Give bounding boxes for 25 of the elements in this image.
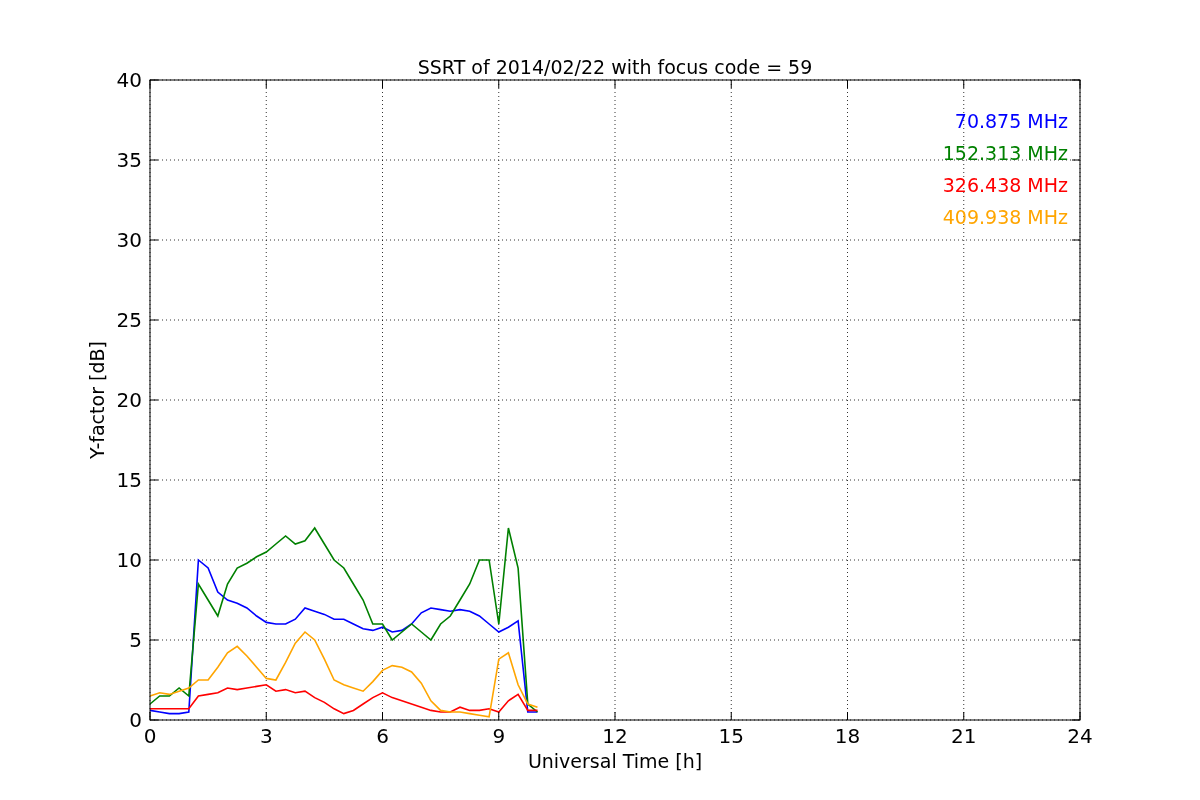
x-tick-label: 3 bbox=[259, 724, 273, 748]
y-tick-label: 10 bbox=[116, 548, 142, 572]
y-tick-label: 15 bbox=[116, 468, 142, 492]
y-tick-label: 5 bbox=[129, 628, 142, 652]
x-tick-label: 6 bbox=[376, 724, 389, 748]
x-tick-label: 15 bbox=[718, 724, 744, 748]
legend-label: 70.875 MHz bbox=[954, 110, 1068, 132]
y-tick-label: 40 bbox=[116, 68, 142, 92]
chart-title: SSRT of 2014/02/22 with focus code = 59 bbox=[417, 56, 813, 78]
legend-label: 152.313 MHz bbox=[942, 142, 1068, 164]
y-tick-label: 20 bbox=[116, 388, 142, 412]
x-tick-label: 21 bbox=[951, 724, 977, 748]
y-axis-label: Y-factor [dB] bbox=[86, 341, 108, 459]
y-tick-label: 25 bbox=[116, 308, 142, 332]
legend-label: 409.938 MHz bbox=[942, 206, 1068, 228]
x-tick-label: 18 bbox=[834, 724, 861, 748]
x-tick-label: 9 bbox=[492, 724, 506, 748]
x-tick-label: 12 bbox=[602, 724, 628, 748]
x-tick-label: 24 bbox=[1067, 724, 1093, 748]
x-axis-label: Universal Time [h] bbox=[527, 750, 703, 772]
y-tick-label: 35 bbox=[116, 148, 142, 172]
y-tick-label: 30 bbox=[116, 228, 142, 252]
x-tick-label: 0 bbox=[143, 724, 157, 748]
legend-label: 326.438 MHz bbox=[942, 174, 1068, 196]
y-tick-label: 0 bbox=[129, 708, 142, 732]
